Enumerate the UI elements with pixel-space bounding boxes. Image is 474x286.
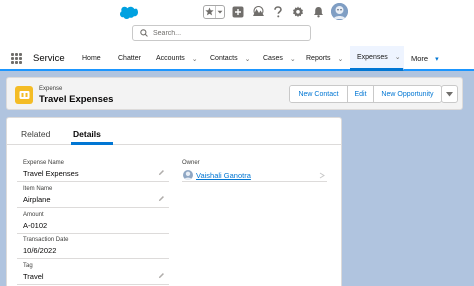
app-navigation-bar: Service Home Chatter Accounts ⌄ Contacts… — [0, 46, 474, 71]
nav-item-label: Reports — [306, 55, 331, 62]
field-value: 10/6/2022 — [23, 246, 57, 255]
star-icon[interactable] — [204, 6, 215, 18]
owner-avatar — [183, 170, 193, 180]
field-label: Tag — [23, 263, 33, 269]
add-icon[interactable] — [231, 5, 245, 19]
field-value: Travel Expenses — [23, 169, 79, 178]
field-label: Item Name — [23, 186, 53, 192]
nav-item-reports[interactable]: Reports ⌄ — [299, 46, 350, 71]
salesforce-cloud-logo[interactable] — [120, 6, 138, 19]
nav-item-accounts[interactable]: Accounts ⌄ — [149, 46, 203, 71]
chevron-down-icon[interactable]: ⌄ — [290, 55, 296, 63]
chevron-down-icon[interactable]: ⌄ — [395, 53, 401, 61]
chevron-down-icon[interactable]: ⌄ — [245, 55, 251, 63]
app-name: Service — [33, 53, 65, 64]
owner-name-link[interactable]: Vaishali Ganotra — [196, 171, 251, 180]
field-expense-name: Expense Name Travel Expenses — [17, 160, 169, 182]
active-tab-indicator — [71, 142, 113, 145]
record-title: Travel Expenses — [39, 94, 114, 105]
bell-icon[interactable] — [311, 5, 325, 19]
nav-item-expenses[interactable]: Expenses ⌄ — [350, 46, 404, 71]
global-search[interactable] — [132, 25, 311, 41]
nav-item-label: Chatter — [118, 55, 141, 62]
field-label: Expense Name — [23, 160, 65, 166]
field-label: Amount — [23, 212, 44, 218]
edit-pencil-icon[interactable] — [157, 271, 165, 279]
field-transaction-date: Transaction Date 10/6/2022 — [17, 237, 169, 259]
search-input[interactable] — [153, 29, 303, 37]
nav-items: Home Chatter Accounts ⌄ Contacts ⌄ Cases… — [75, 46, 444, 71]
caret-down-icon — [446, 91, 453, 96]
search-icon — [137, 26, 151, 40]
chevron-down-icon[interactable] — [215, 5, 224, 18]
nav-item-home[interactable]: Home — [75, 46, 111, 71]
field-value: Airplane — [23, 195, 51, 204]
nav-item-cases[interactable]: Cases ⌄ — [256, 46, 299, 71]
nav-item-label: Accounts — [156, 55, 185, 62]
more-actions-button[interactable] — [441, 85, 458, 103]
nav-item-contacts[interactable]: Contacts ⌄ — [203, 46, 256, 71]
avatar[interactable] — [331, 3, 348, 20]
header-utility-icons — [203, 3, 348, 20]
field-value: Travel — [23, 272, 44, 281]
expense-object-icon — [15, 86, 33, 104]
field-amount: Amount A-0102 — [17, 212, 169, 234]
nav-item-label: Expenses — [357, 53, 388, 61]
gear-icon[interactable] — [291, 5, 305, 19]
new-opportunity-button[interactable]: New Opportunity — [374, 86, 441, 102]
nav-item-label: More — [411, 54, 429, 63]
app-launcher-icon[interactable] — [11, 53, 22, 64]
nav-item-label: Cases — [263, 55, 283, 62]
change-owner-icon[interactable] — [319, 172, 325, 179]
chevron-down-icon[interactable]: ⌄ — [338, 55, 344, 63]
caret-down-icon: ▾ — [435, 55, 439, 63]
nav-item-chatter[interactable]: Chatter — [111, 46, 149, 71]
help-icon[interactable] — [271, 5, 285, 19]
record-header: Expense Travel Expenses New Contact Edit… — [6, 77, 463, 110]
new-contact-button[interactable]: New Contact — [290, 86, 348, 102]
tab-related[interactable]: Related — [21, 129, 50, 139]
trailhead-icon[interactable] — [251, 5, 265, 19]
record-object-type: Expense — [39, 86, 63, 92]
record-tabs: Related Details — [7, 118, 341, 145]
favorites-button-group — [203, 4, 225, 19]
nav-item-more[interactable]: More ▾ — [404, 46, 444, 71]
owner-field: Vaishali Ganotra — [182, 169, 327, 182]
nav-item-label: Contacts — [210, 55, 238, 62]
field-tag: Tag Travel — [17, 263, 169, 285]
field-label: Transaction Date — [23, 237, 69, 243]
chevron-down-icon[interactable]: ⌄ — [192, 55, 198, 63]
edit-pencil-icon[interactable] — [157, 194, 165, 202]
record-actions: New Contact Edit New Opportunity — [289, 85, 442, 103]
edit-button[interactable]: Edit — [348, 86, 374, 102]
record-detail-card: Related Details Expense Name Travel Expe… — [6, 117, 342, 286]
field-item-name: Item Name Airplane — [17, 186, 169, 208]
nav-item-label: Home — [82, 55, 101, 62]
global-header — [0, 0, 474, 46]
owner-label: Owner — [182, 160, 200, 166]
edit-pencil-icon[interactable] — [157, 168, 165, 176]
tab-details[interactable]: Details — [73, 129, 101, 139]
field-value: A-0102 — [23, 221, 48, 230]
